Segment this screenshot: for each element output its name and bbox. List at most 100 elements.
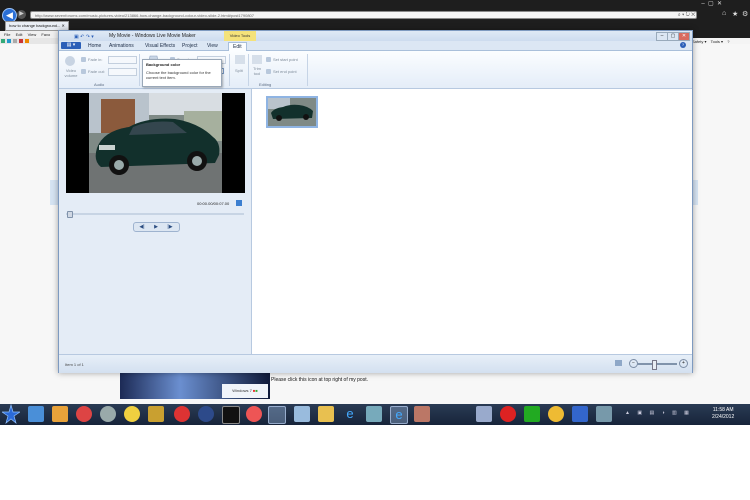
settings-gear-icon[interactable]: ⚙ [742, 10, 748, 18]
fade-out-icon [81, 69, 86, 74]
split-icon[interactable] [235, 55, 245, 64]
window-controls[interactable]: – ▢ ✕ [698, 0, 750, 7]
time-readout: 00:00.00/00:07.00 [197, 201, 230, 206]
car-video-frame [89, 93, 222, 193]
taskbar-clock[interactable]: 11:58 AM 2/24/2012 [712, 407, 734, 421]
audio-group-label: Audio [94, 82, 105, 87]
next-frame-button[interactable]: |▶ [163, 223, 177, 231]
clock-time: 11:58 AM [712, 407, 734, 413]
taskbar-app-icon[interactable] [148, 406, 164, 422]
taskbar-app-icon[interactable] [500, 406, 516, 422]
taskbar-ie-icon[interactable]: e [342, 406, 358, 422]
taskbar-movie-maker-active[interactable] [268, 406, 286, 424]
menu-file[interactable]: File [4, 32, 10, 37]
ribbon-separator [248, 54, 249, 86]
taskbar-cmd-icon[interactable] [222, 406, 240, 424]
ribbon-tabs: ▤ ▾ Home Animations Visual Effects Proje… [59, 41, 692, 51]
video-volume-icon[interactable] [65, 56, 75, 66]
set-end-point-icon [266, 69, 271, 74]
trim-tool-icon[interactable] [252, 55, 262, 64]
movie-maker-window: ▣ ↶ ↷ ▾ My Movie - Windows Live Movie Ma… [58, 30, 693, 373]
taskbar-app-icon[interactable] [572, 406, 588, 422]
address-actions[interactable]: ⌕ ▾ ↻ ✕ [678, 12, 695, 18]
seek-bar[interactable] [66, 213, 244, 215]
taskbar-app-icon[interactable] [366, 406, 382, 422]
storyboard-pane [252, 89, 692, 354]
zoom-in-button[interactable]: + [679, 359, 688, 368]
tab-edit[interactable]: Edit [228, 42, 247, 51]
seek-handle[interactable] [67, 211, 73, 218]
status-item-count: Item 1 of 1 [65, 362, 84, 367]
fade-in-label: Fade in: [88, 57, 103, 62]
taskbar-explorer-icon[interactable] [318, 406, 334, 422]
fade-in-dropdown[interactable] [108, 56, 137, 64]
editing-group-label: Editing [259, 82, 272, 87]
movie-maker-titlebar: ▣ ↶ ↷ ▾ My Movie - Windows Live Movie Ma… [59, 31, 692, 41]
close-button[interactable]: ✕ [678, 32, 690, 41]
window-title: My Movie - Windows Live Movie Maker [109, 33, 196, 39]
ribbon-separator [229, 54, 230, 86]
address-bar[interactable]: http://www.sevenforums.com/music-picture… [30, 11, 697, 19]
system-tray[interactable]: ▲ ▣ ▤ ◑ ▥ ▦ [625, 410, 710, 418]
menu-favorites[interactable]: Favo [41, 32, 50, 37]
fade-out-label: Fade out: [88, 69, 105, 74]
split-button[interactable]: Split [235, 68, 243, 73]
status-bar: Item 1 of 1 − + [59, 354, 692, 373]
forward-button[interactable]: ▶ [17, 10, 26, 19]
fade-in-icon [81, 57, 86, 62]
help-icon[interactable]: ? [680, 42, 686, 48]
playback-controls: ◀| ▶ |▶ [133, 222, 180, 232]
home-icon[interactable]: ⌂ [722, 10, 726, 17]
tab-visual-effects[interactable]: Visual Effects [141, 42, 179, 50]
taskbar-app-icon[interactable] [76, 406, 92, 422]
taskbar-chrome-icon[interactable] [246, 406, 262, 422]
set-start-point-icon [266, 57, 271, 62]
windows7-logo: Windows 7 ■■ [222, 384, 268, 398]
post-instruction-text: Please click this icon at top right of m… [271, 377, 368, 383]
taskbar-app-icon[interactable] [414, 406, 430, 422]
trim-tool-button[interactable]: Trim tool [252, 66, 262, 76]
clip-thumbnail[interactable] [266, 96, 318, 128]
menu-view[interactable]: View [28, 32, 37, 37]
tab-project[interactable]: Project [178, 42, 202, 50]
windows7-logo-text: Windows 7 [232, 388, 252, 393]
video-tools-context-label: Video Tools [224, 31, 256, 41]
video-preview[interactable] [66, 93, 245, 193]
ribbon-separator [307, 54, 308, 86]
taskbar-app-icon[interactable] [524, 406, 540, 422]
tooltip-body: Choose the background color for the curr… [146, 70, 211, 80]
taskbar-app-icon[interactable] [198, 406, 214, 422]
video-volume-button[interactable]: Video volume [63, 68, 79, 78]
favorites-icon[interactable]: ★ [732, 10, 738, 18]
play-button[interactable]: ▶ [149, 223, 163, 231]
tab-home[interactable]: Home [84, 42, 105, 50]
zoom-slider-handle[interactable] [652, 360, 657, 370]
zoom-slider[interactable] [637, 363, 677, 365]
taskbar-media-icon[interactable] [52, 406, 68, 422]
tab-animations[interactable]: Animations [105, 42, 138, 50]
taskbar-app-icon[interactable] [28, 406, 44, 422]
taskbar-app-icon[interactable] [100, 406, 116, 422]
set-end-point-button[interactable]: Set end point [273, 69, 297, 74]
file-menu-button[interactable]: ▤ ▾ [61, 42, 81, 49]
start-button[interactable] [0, 403, 22, 424]
previous-frame-button[interactable]: ◀| [135, 223, 149, 231]
thumbnail-size-icon[interactable] [615, 360, 622, 366]
taskbar-app-icon[interactable] [294, 406, 310, 422]
taskbar-app-icon[interactable] [548, 406, 564, 422]
tab-view[interactable]: View [203, 42, 222, 50]
windows-taskbar: e e ▲ ▣ ▤ ◑ ▥ ▦ 11:58 AM 2/24/2012 [0, 403, 750, 425]
taskbar-recycle-icon[interactable] [476, 406, 492, 422]
ribbon-separator [139, 54, 140, 86]
tooltip-title: Background color [146, 62, 181, 67]
taskbar-app-icon[interactable] [596, 406, 612, 422]
clock-date: 2/24/2012 [712, 414, 735, 420]
clip-thumbnail-image [268, 98, 316, 126]
taskbar-ie-active-icon[interactable]: e [390, 406, 408, 424]
taskbar-app-icon[interactable] [124, 406, 140, 422]
set-start-point-button[interactable]: Set start point [273, 57, 298, 62]
fade-out-dropdown[interactable] [108, 68, 137, 76]
menu-edit[interactable]: Edit [16, 32, 23, 37]
fullscreen-icon[interactable] [236, 200, 242, 206]
taskbar-app-icon[interactable] [174, 406, 190, 422]
